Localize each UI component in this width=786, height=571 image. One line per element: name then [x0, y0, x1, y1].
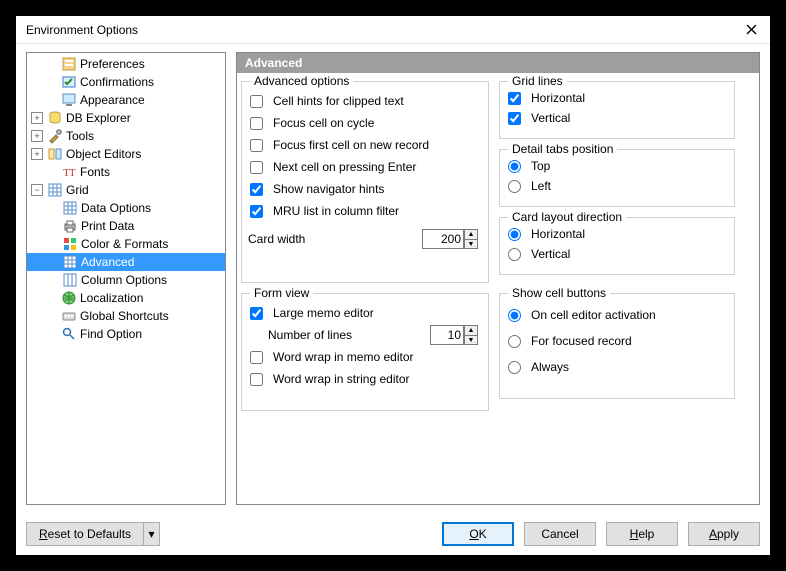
spin-up[interactable]: ▲ — [464, 325, 478, 335]
tree-item-global-shortcuts[interactable]: Global Shortcuts — [27, 307, 225, 325]
spin-down[interactable]: ▼ — [464, 239, 478, 249]
collapse-toggle[interactable]: − — [31, 184, 43, 196]
radio-cell-always[interactable] — [508, 361, 521, 374]
tree-item-column-options[interactable]: Column Options — [27, 271, 225, 289]
find-option-icon — [61, 326, 77, 342]
titlebar: Environment Options — [16, 16, 770, 44]
tree-item-db-explorer[interactable]: + DB Explorer — [27, 109, 225, 127]
radio-card-horizontal[interactable] — [508, 228, 521, 241]
global-shortcuts-icon — [61, 308, 77, 324]
tree-item-print-data[interactable]: Print Data — [27, 217, 225, 235]
tree-item-confirmations[interactable]: Confirmations — [27, 73, 225, 91]
checkbox-mru-list[interactable] — [250, 205, 263, 218]
tree-item-tools[interactable]: + Tools — [27, 127, 225, 145]
tools-icon — [47, 128, 63, 144]
reset-to-defaults-split-button[interactable]: Reset to Defaults ▾ — [26, 522, 160, 546]
num-lines-label: Number of lines — [268, 328, 352, 342]
help-button[interactable]: Help — [606, 522, 678, 546]
group-grid-lines: Grid lines Horizontal Vertical — [499, 81, 735, 139]
fonts-icon: TT — [61, 164, 77, 180]
tree-item-preferences[interactable]: Preferences — [27, 55, 225, 73]
tree-item-localization[interactable]: Localization — [27, 289, 225, 307]
group-card-layout: Card layout direction Horizontal Vertica… — [499, 217, 735, 275]
checkbox-next-enter[interactable] — [250, 161, 263, 174]
card-width-label: Card width — [248, 232, 305, 246]
num-lines-input[interactable] — [430, 325, 464, 345]
tree-item-grid[interactable]: − Grid — [27, 181, 225, 199]
confirmations-icon — [61, 74, 77, 90]
checkbox-focus-first[interactable] — [250, 139, 263, 152]
color-formats-icon — [62, 236, 78, 252]
cancel-button[interactable]: Cancel — [524, 522, 596, 546]
tree-item-advanced[interactable]: Advanced — [27, 253, 225, 271]
group-form-view: Form view Large memo editor Number of li… — [241, 293, 489, 411]
settings-panel: Advanced Advanced options Cell hints for… — [236, 52, 760, 505]
group-advanced-options: Advanced options Cell hints for clipped … — [241, 81, 489, 283]
spin-up[interactable]: ▲ — [464, 229, 478, 239]
group-detail-tabs: Detail tabs position Top Left — [499, 149, 735, 207]
nav-tree[interactable]: Preferences Confirmations Appearance + — [26, 52, 226, 505]
tree-item-label: Preferences — [80, 55, 151, 73]
radio-card-vertical[interactable] — [508, 248, 521, 261]
radio-cell-focused[interactable] — [508, 335, 521, 348]
preferences-icon — [61, 56, 77, 72]
checkbox-wrap-memo[interactable] — [250, 351, 263, 364]
svg-text:T: T — [69, 167, 76, 179]
ok-button[interactable]: OK — [442, 522, 514, 546]
expand-toggle[interactable]: + — [31, 112, 43, 124]
tree-item-fonts[interactable]: TT Fonts — [27, 163, 225, 181]
advanced-icon — [62, 254, 78, 270]
reset-dropdown-toggle[interactable]: ▾ — [144, 522, 160, 546]
checkbox-grid-vertical[interactable] — [508, 112, 521, 125]
group-legend: Advanced options — [250, 74, 353, 88]
apply-button[interactable]: Apply — [688, 522, 760, 546]
close-button[interactable] — [738, 20, 764, 40]
checkbox-focus-cycle[interactable] — [250, 117, 263, 130]
dialog-footer: Reset to Defaults ▾ OK Cancel Help Apply — [16, 513, 770, 555]
appearance-icon — [61, 92, 77, 108]
tree-item-color-formats[interactable]: Color & Formats — [27, 235, 225, 253]
group-show-cell-buttons: Show cell buttons On cell editor activat… — [499, 293, 735, 399]
tree-item-appearance[interactable]: Appearance — [27, 91, 225, 109]
dialog-title: Environment Options — [26, 23, 738, 37]
expand-toggle[interactable]: + — [31, 148, 43, 160]
checkbox-show-navigator[interactable] — [250, 183, 263, 196]
close-icon — [746, 24, 757, 35]
spin-down[interactable]: ▼ — [464, 335, 478, 345]
print-data-icon — [62, 218, 78, 234]
object-editors-icon — [47, 146, 63, 162]
checkbox-cell-hints[interactable] — [250, 95, 263, 108]
tree-item-find-option[interactable]: Find Option — [27, 325, 225, 343]
radio-tabs-left[interactable] — [508, 180, 521, 193]
radio-cell-activation[interactable] — [508, 309, 521, 322]
checkbox-grid-horizontal[interactable] — [508, 92, 521, 105]
data-options-icon — [62, 200, 78, 216]
tree-item-data-options[interactable]: Data Options — [27, 199, 225, 217]
radio-tabs-top[interactable] — [508, 160, 521, 173]
checkbox-wrap-string[interactable] — [250, 373, 263, 386]
panel-header: Advanced — [237, 53, 759, 73]
environment-options-dialog: Environment Options Preferences Co — [15, 15, 771, 556]
tree-item-object-editors[interactable]: + Object Editors — [27, 145, 225, 163]
card-width-input[interactable] — [422, 229, 464, 249]
checkbox-large-memo[interactable] — [250, 307, 263, 320]
column-options-icon — [62, 272, 78, 288]
db-explorer-icon — [47, 110, 63, 126]
localization-icon — [61, 290, 77, 306]
expand-toggle[interactable]: + — [31, 130, 43, 142]
grid-icon — [47, 182, 63, 198]
